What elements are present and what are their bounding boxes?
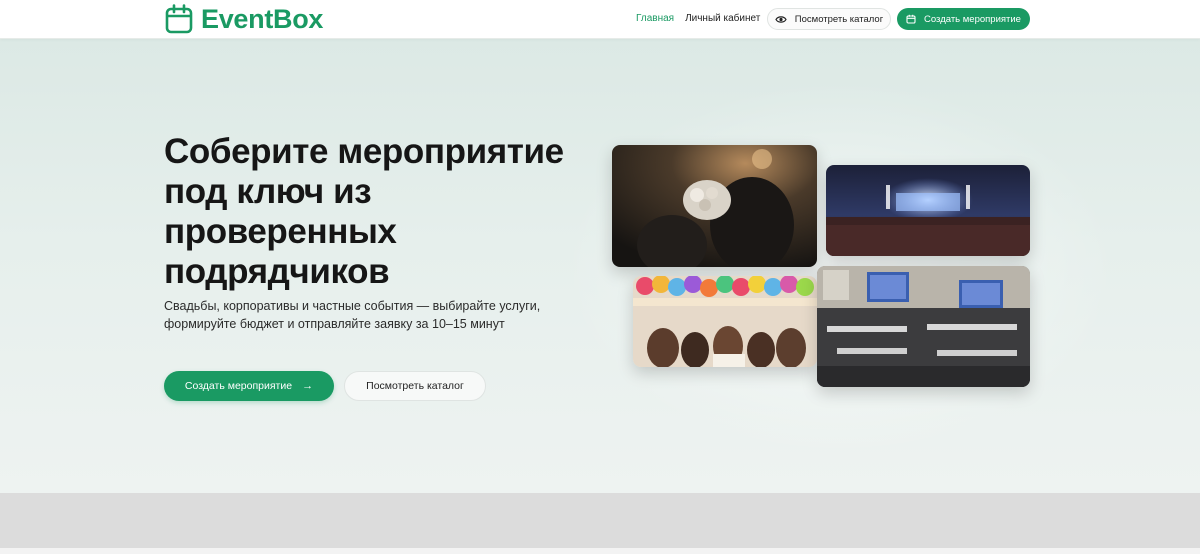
concert-photo xyxy=(826,165,1030,256)
hero-create-event-button-label: Создать мероприятие xyxy=(184,380,293,392)
hero-title: Соберите мероприятие под ключ из провере… xyxy=(164,132,564,291)
wedding-photo xyxy=(612,145,817,267)
nav-link-home[interactable]: Главная xyxy=(636,8,674,30)
arrow-right-icon: → xyxy=(302,380,314,392)
hero-section: Соберите мероприятие под ключ из провере… xyxy=(0,39,1200,493)
bottom-strip xyxy=(0,548,1200,554)
header-catalog-button-label: Посмотреть каталог xyxy=(794,13,884,25)
calendar-icon xyxy=(165,4,193,34)
hero-catalog-button-label: Посмотреть каталог xyxy=(366,380,464,392)
site-header: EventBox Главная Личный кабинет Посмотре… xyxy=(0,0,1200,39)
eye-icon xyxy=(775,15,787,23)
logo[interactable]: EventBox xyxy=(165,4,323,34)
hero-catalog-button[interactable]: Посмотреть каталог xyxy=(344,371,486,401)
header-catalog-button[interactable]: Посмотреть каталог xyxy=(767,8,891,30)
hero-create-event-button[interactable]: Создать мероприятие → xyxy=(164,371,334,401)
header-create-event-button[interactable]: Создать мероприятие xyxy=(897,8,1030,30)
calendar-icon xyxy=(906,14,916,24)
main-nav: Главная Личный кабинет xyxy=(636,8,760,30)
hero-subtitle: Свадьбы, корпоративы и частные события —… xyxy=(164,299,541,331)
nav-link-account[interactable]: Личный кабинет xyxy=(685,8,760,30)
conference-photo xyxy=(817,266,1030,387)
header-create-event-button-label: Создать мероприятие xyxy=(924,13,1021,25)
birthday-party-photo xyxy=(633,276,817,367)
logo-text: EventBox xyxy=(201,4,324,34)
footer-band xyxy=(0,493,1200,548)
